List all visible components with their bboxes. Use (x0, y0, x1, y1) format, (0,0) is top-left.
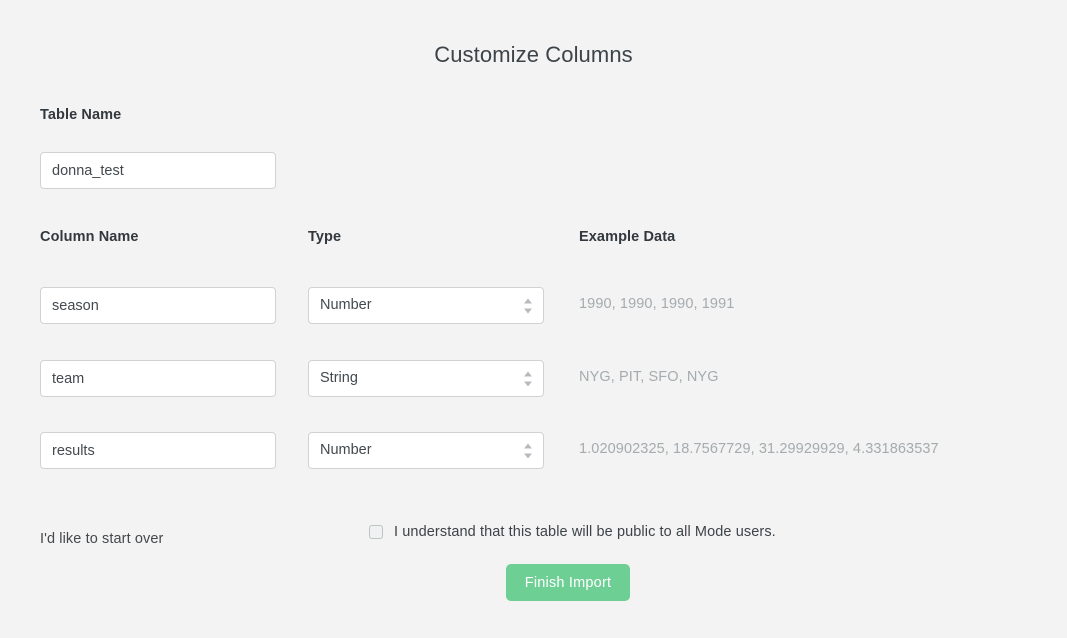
public-agreement-checkbox[interactable] (369, 525, 383, 539)
example-data-2: NYG, PIT, SFO, NYG (579, 369, 719, 385)
example-data-1: 1990, 1990, 1990, 1991 (579, 296, 735, 312)
column-headers-row: Column Name Type Example Data (0, 229, 1067, 247)
finish-import-button[interactable]: Finish Import (506, 564, 630, 601)
column-name-input-2[interactable] (40, 360, 276, 397)
customize-columns-page: Customize Columns Table Name Column Name… (0, 0, 1067, 638)
column-type-select-wrapper-1: NumberString (308, 287, 544, 324)
column-type-select-3[interactable]: NumberString (308, 432, 544, 469)
column-type-select-2[interactable]: NumberString (308, 360, 544, 397)
type-header: Type (308, 229, 342, 245)
public-agreement-row: I understand that this table will be pub… (369, 524, 776, 540)
column-type-select-wrapper-3: NumberString (308, 432, 544, 469)
page-title: Customize Columns (434, 41, 633, 67)
start-over-link[interactable]: I'd like to start over (40, 531, 163, 547)
column-type-select-wrapper-2: NumberString (308, 360, 544, 397)
column-type-select-1[interactable]: NumberString (308, 287, 544, 324)
column-name-input-3[interactable] (40, 432, 276, 469)
table-name-label: Table Name (40, 107, 122, 123)
column-name-input-1[interactable] (40, 287, 276, 324)
column-name-header: Column Name (40, 229, 139, 245)
table-name-input[interactable] (40, 152, 276, 189)
example-data-3: 1.020902325, 18.7567729, 31.29929929, 4.… (579, 441, 939, 457)
public-agreement-label: I understand that this table will be pub… (394, 524, 776, 540)
example-data-header: Example Data (579, 229, 676, 245)
